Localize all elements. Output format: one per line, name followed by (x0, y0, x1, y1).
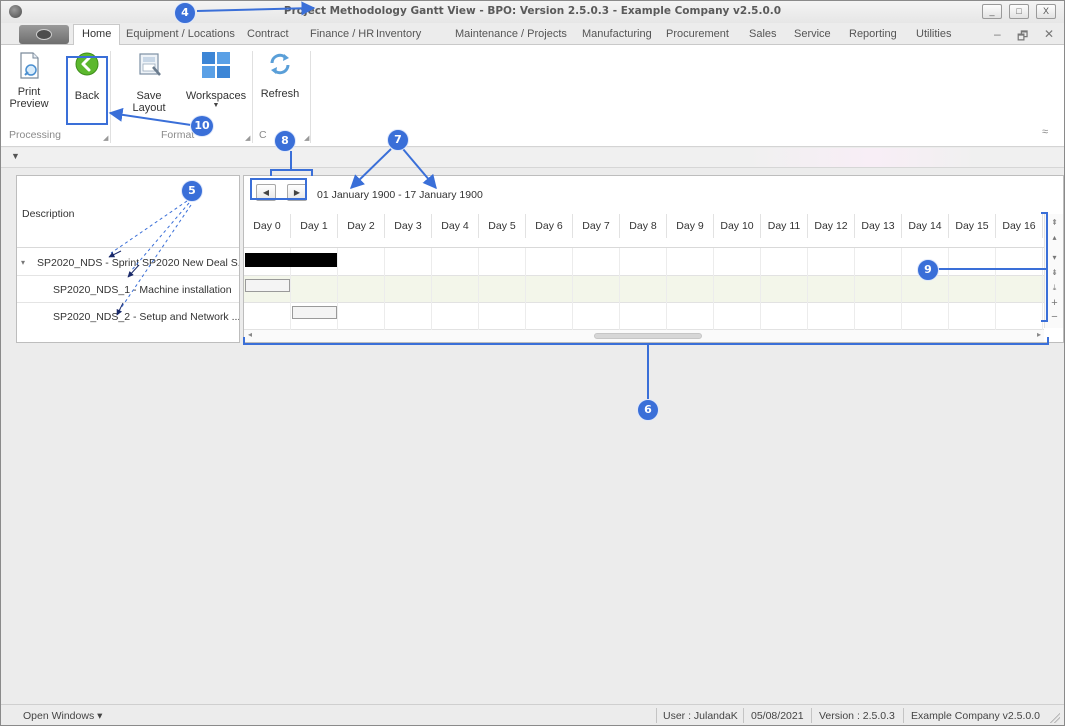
annotation-badge: 10 (190, 115, 214, 137)
annotation-badge: 6 (637, 399, 659, 421)
annotation-badge: 9 (917, 259, 939, 281)
annotation-badge: 5 (181, 180, 203, 202)
annotation-badge: 7 (387, 129, 409, 151)
annotation-bracket (243, 337, 1049, 345)
highlight-nav-buttons (250, 178, 307, 200)
annotation-arrow (402, 148, 437, 190)
highlight-back-button (66, 56, 108, 125)
annotation-arrow (116, 302, 124, 316)
annotation-arrow (108, 250, 122, 258)
annotation-arrow (127, 264, 140, 278)
annotation-arrow (349, 148, 392, 189)
application-window: Project Methodology Gantt View - BPO: Ve… (0, 0, 1065, 726)
annotation-badge: 4 (174, 2, 196, 24)
annotation-arrow (118, 204, 192, 312)
annotation-bracket (1041, 212, 1048, 322)
annotation-bracket (270, 169, 313, 176)
annotation-arrow (130, 202, 190, 272)
annotation-overlay (108, 1, 1049, 399)
annotation-badge: 8 (274, 130, 296, 152)
annotation-arrow (196, 1, 316, 16)
annotation-arrow (108, 107, 192, 126)
